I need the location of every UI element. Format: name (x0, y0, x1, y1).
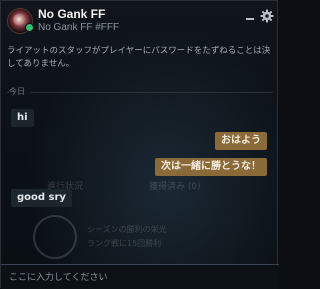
message-bubble: hi (11, 109, 34, 127)
online-status-indicator (25, 23, 34, 32)
gear-icon[interactable] (260, 8, 274, 23)
message-bubble: good sry (11, 189, 72, 207)
overlay-check-icon (33, 215, 77, 259)
overlay-mission-title: シーズンの勝利の栄光 (87, 225, 167, 234)
message-bubble: おはよう (215, 132, 267, 150)
date-separator-label: 今日 (9, 86, 31, 97)
message-bubble: 次は一緒に勝とうな！ (155, 158, 267, 176)
background-mission-overlay: 進行状況 獲得済み (0) シーズンの勝利の栄光 ランク戦に15回勝利 (11, 169, 246, 259)
message-input[interactable] (7, 269, 271, 287)
minimize-icon[interactable] (245, 11, 255, 21)
overlay-mission-desc: ランク戦に15回勝利 (87, 239, 162, 248)
date-divider (7, 92, 273, 93)
friend-riot-id: No Gank FF #FFF (38, 22, 120, 33)
chat-window: No Gank FF No Gank FF #FFF ライアットのスタッフがプレ… (0, 0, 279, 289)
friend-name: No Gank FF (38, 7, 106, 21)
chat-header: No Gank FF No Gank FF #FFF (1, 1, 277, 39)
security-notice: ライアットのスタッフがプレイヤーにパスワードをたずねることは決してありません。 (7, 46, 271, 69)
overlay-tab-completed: 獲得済み (0) (149, 182, 201, 192)
message-input-bar (1, 264, 279, 289)
